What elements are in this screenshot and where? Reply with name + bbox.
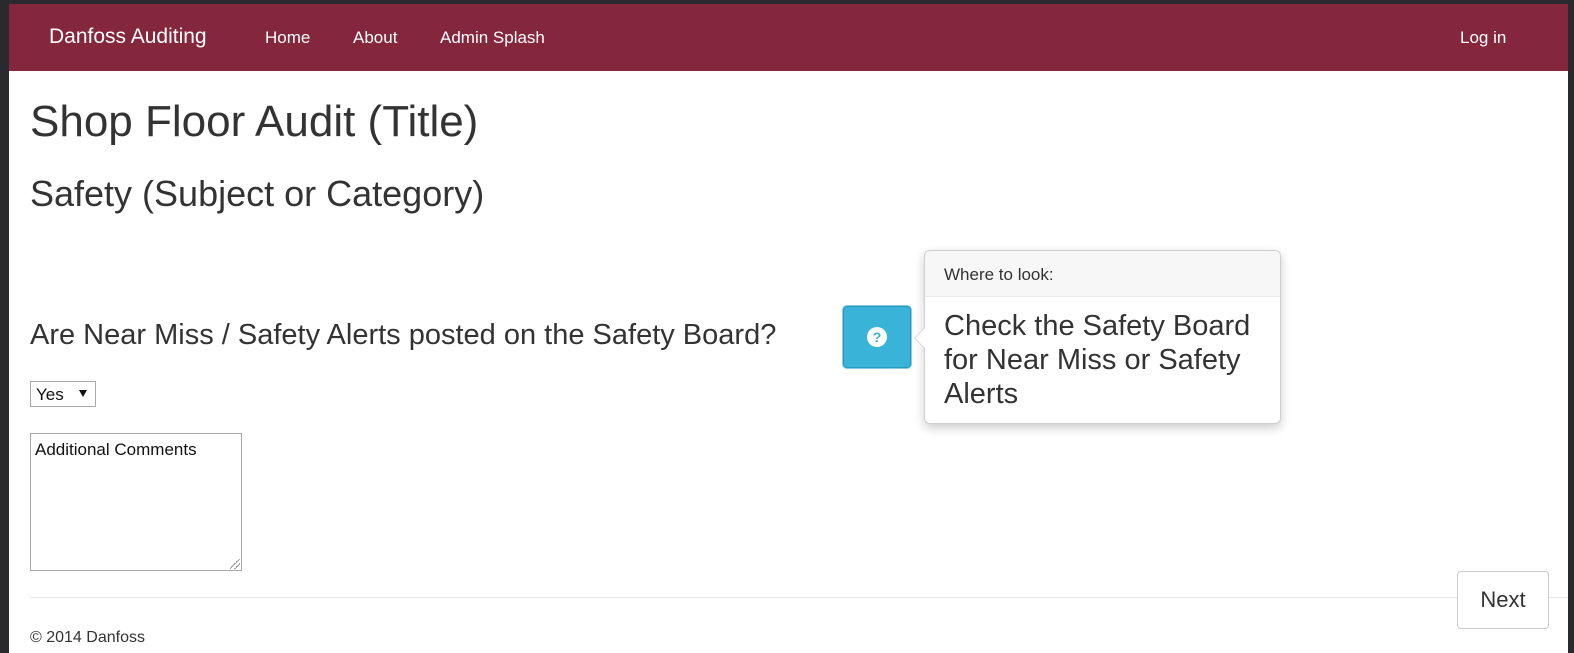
category-title: Safety (Subject or Category) (30, 173, 485, 214)
question-text: Are Near Miss / Safety Alerts posted on … (30, 319, 777, 351)
additional-comments-textarea[interactable]: Additional Comments (30, 433, 242, 571)
popover-content: Check the Safety Board for Near Miss or … (944, 310, 1251, 410)
comments-placeholder: Additional Comments (35, 440, 197, 459)
brand-link[interactable]: Danfoss Auditing (49, 24, 207, 50)
login-link[interactable]: Log in (1460, 28, 1506, 48)
footer-divider (30, 597, 1568, 598)
page-title: Shop Floor Audit (Title) (30, 97, 479, 146)
page: Danfoss Auditing Home About Admin Splash… (9, 4, 1568, 653)
nav-about-link[interactable]: About (353, 28, 397, 48)
nav-home-link[interactable]: Home (265, 28, 310, 48)
help-button[interactable]: ? (843, 306, 911, 368)
answer-select-value: Yes (36, 385, 64, 404)
question-circle-icon: ? (867, 327, 887, 347)
navbar: Danfoss Auditing Home About Admin Splash… (9, 4, 1568, 71)
next-button[interactable]: Next (1457, 571, 1549, 629)
popover-header: Where to look: (925, 251, 1280, 297)
window-frame-left (0, 0, 9, 653)
dropdown-arrow-icon (79, 390, 87, 397)
answer-select[interactable]: Yes (30, 381, 96, 407)
popover-arrow-inner (915, 328, 925, 348)
popover-title: Where to look: (944, 265, 1054, 284)
footer-copyright: © 2014 Danfoss (30, 629, 145, 646)
resize-grip-icon[interactable] (230, 559, 240, 569)
nav-admin-splash-link[interactable]: Admin Splash (440, 28, 545, 48)
window-frame-right (1568, 0, 1574, 653)
help-popover: Where to look: Check the Safety Board fo… (914, 250, 1281, 424)
